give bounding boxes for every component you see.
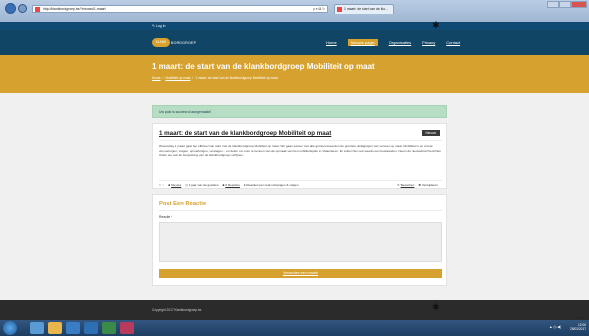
divider bbox=[159, 210, 442, 211]
windows-taskbar: ▲ ◷ ◀) 12:00 28/02/2017 bbox=[0, 320, 589, 336]
page-title: 1 maart: de start van de klankbordgroep … bbox=[152, 62, 375, 71]
meta-comments: ■ 0 Reacties bbox=[223, 183, 240, 187]
delete-link[interactable]: Verwijderen bbox=[422, 183, 438, 187]
logo-badge: KLANK bbox=[152, 38, 170, 47]
reply-label: Reactie * bbox=[159, 215, 172, 219]
breadcrumb: Home / Mobiliteit op maat / 1 maart: de … bbox=[152, 76, 278, 80]
address-url: http://klankbordgroep.be/?nieuws/1-maart bbox=[43, 7, 106, 11]
category-badge[interactable]: Nieuws bbox=[421, 130, 440, 136]
site-footer: Copyright 2017 Klankbordgroep.be ✱ bbox=[0, 300, 589, 320]
close-icon[interactable] bbox=[571, 1, 587, 8]
menu-item-contact[interactable]: Contact bbox=[446, 40, 460, 45]
required-mark: * bbox=[171, 215, 173, 219]
breadcrumb-current: 1 maart: de start van de klankbordgroep … bbox=[195, 76, 278, 80]
submit-reply-button[interactable]: Verzenden een reactie bbox=[159, 269, 442, 278]
copyright-text: Copyright 2017 Klankbordgroep.be bbox=[152, 308, 202, 312]
site-topbar: ✎ Log in ✱ bbox=[0, 20, 589, 30]
clock-date: 28/02/2017 bbox=[570, 327, 586, 331]
page-hero: 1 maart: de start van de klankbordgroep … bbox=[0, 55, 589, 93]
reply-label-text: Reactie bbox=[159, 215, 171, 219]
vote-count[interactable]: 0 ☆ bbox=[159, 183, 164, 187]
edit-action: ✎ Bewerken bbox=[397, 183, 414, 187]
tab-favicon-icon bbox=[337, 7, 342, 12]
menu-item-organisaties[interactable]: Organisaties bbox=[389, 40, 411, 45]
outlook-icon[interactable] bbox=[66, 322, 80, 334]
excel-icon[interactable] bbox=[102, 322, 116, 334]
meta-category-link[interactable]: Nieuws bbox=[171, 183, 181, 187]
divider bbox=[159, 140, 442, 141]
breadcrumb-home[interactable]: Home bbox=[152, 76, 161, 80]
ie-icon[interactable] bbox=[30, 322, 44, 334]
login-link[interactable]: ✎ Log in bbox=[152, 24, 165, 28]
menu-item-nieuws[interactable]: Nieuws pagin bbox=[347, 39, 378, 46]
word-icon[interactable] bbox=[84, 322, 98, 334]
divider bbox=[159, 180, 442, 181]
tray-icons[interactable]: ▲ ◷ ◀) bbox=[549, 325, 561, 329]
reply-textarea[interactable] bbox=[159, 222, 442, 262]
reply-heading: Post Een Reactie bbox=[159, 201, 207, 207]
powerpoint-icon[interactable] bbox=[120, 322, 134, 334]
alert-text: Uw post is succesvol aangemaakt! bbox=[159, 110, 212, 114]
logo-word: BORDGROEP bbox=[171, 40, 197, 45]
meta-date: ◷ 1 jaar van de geleden bbox=[185, 183, 218, 187]
menu-item-home[interactable]: Home bbox=[326, 40, 337, 45]
delete-action: ✖ Verwijderen bbox=[418, 183, 438, 187]
breadcrumb-parent[interactable]: Mobiliteit op maat bbox=[165, 76, 190, 80]
maximize-icon[interactable] bbox=[559, 1, 571, 8]
site-logo[interactable]: KLANK BORDGROEP bbox=[152, 38, 196, 47]
meta-date-text: 1 jaar van de geleden bbox=[188, 183, 219, 187]
start-button[interactable] bbox=[3, 321, 17, 335]
reply-form: Post Een Reactie Reactie * Verzenden een… bbox=[152, 194, 447, 286]
browser-tab[interactable]: 1 maart: de start van de klo... bbox=[334, 4, 394, 14]
meta-notify-text[interactable]: Reacties per mail ontvangen & volgen bbox=[246, 183, 298, 187]
post-title[interactable]: 1 maart: de start van de klankbordgroep … bbox=[159, 130, 331, 137]
forward-button[interactable] bbox=[18, 4, 27, 13]
address-controls[interactable]: ρ ▾ ⊠ ↻ bbox=[313, 7, 325, 11]
tab-title: 1 maart: de start van de klo... bbox=[344, 7, 388, 11]
favicon-icon bbox=[35, 7, 40, 12]
post-body: Woensdag 1 maart gaat het officieel van … bbox=[159, 144, 442, 158]
address-bar[interactable]: http://klankbordgroep.be/?nieuws/1-maart… bbox=[32, 5, 328, 13]
site-header: KLANK BORDGROEP Home Nieuws pagin Organi… bbox=[0, 30, 589, 55]
breadcrumb-separator: / bbox=[192, 76, 194, 80]
post-card: 1 maart: de start van de klankbordgroep … bbox=[152, 123, 447, 189]
meta-category: ■ Nieuws bbox=[168, 183, 181, 187]
meta-notify: ♦ Reacties per mail ontvangen & volgen bbox=[244, 183, 299, 187]
main-menu: Home Nieuws pagin Organisaties Privacy C… bbox=[326, 39, 471, 46]
window-controls bbox=[547, 1, 587, 8]
gear-decoration-icon: ✱ bbox=[432, 302, 440, 312]
post-meta: 0 ☆ ■ Nieuws ◷ 1 jaar van de geleden ■ 0… bbox=[159, 183, 442, 187]
success-alert: Uw post is succesvol aangemaakt! bbox=[152, 105, 447, 118]
minimize-icon[interactable] bbox=[547, 1, 559, 8]
folder-icon[interactable] bbox=[48, 322, 62, 334]
menu-item-privacy[interactable]: Privacy bbox=[422, 40, 435, 45]
browser-chrome: http://klankbordgroep.be/?nieuws/1-maart… bbox=[0, 0, 589, 22]
clock[interactable]: 12:00 28/02/2017 bbox=[570, 323, 586, 331]
breadcrumb-separator: / bbox=[162, 76, 164, 80]
back-button[interactable] bbox=[5, 3, 16, 14]
edit-link[interactable]: Bewerken bbox=[401, 183, 415, 187]
main-content: Uw post is succesvol aangemaakt! 1 maart… bbox=[0, 93, 589, 300]
meta-comments-link[interactable]: 0 Reacties bbox=[225, 183, 240, 187]
